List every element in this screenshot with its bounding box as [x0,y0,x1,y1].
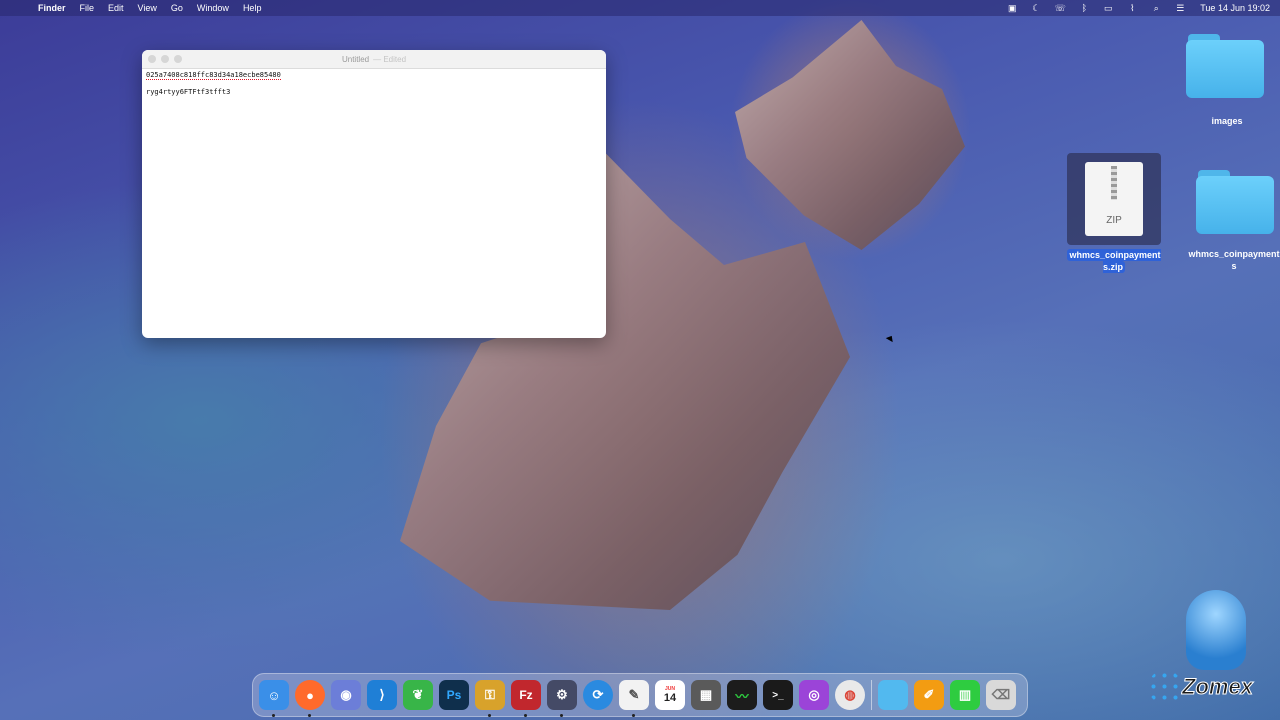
window-titlebar[interactable]: Untitled — Edited [142,50,606,69]
bluetooth-icon[interactable]: ᛒ [1074,3,1094,13]
dock-activity-monitor-icon[interactable]: 〰 [727,680,757,710]
dock-pages-icon[interactable]: ✐ [914,680,944,710]
dock-downloads-folder-icon[interactable] [878,680,908,710]
textedit-window: Untitled — Edited 025a7408c818ffc83d34a1… [142,50,606,338]
wifi-off-icon[interactable]: ⌇ [1122,3,1142,14]
status-area: ▣ ☾ ☏ ᛒ ▭ ⌇ ⌕ ☰ Tue 14 Jun 19:02 [1002,0,1280,16]
dock-chrome-icon[interactable]: ◍ [835,680,865,710]
dock-filezilla-icon[interactable]: Fz [511,680,541,717]
folder-icon [1196,170,1274,234]
dock-sync-icon[interactable]: ⟳ [583,680,613,710]
phone-icon[interactable]: ☏ [1050,3,1070,14]
menu-bar: Finder File Edit View Go Window Help ▣ ☾… [0,0,1280,16]
dock-trash-icon[interactable]: ⌫ [986,680,1016,710]
zip-selection-box: ZIP [1067,153,1161,245]
dock-vscode-icon[interactable]: ⟩ [367,680,397,710]
desktop-item-label: whmcs_coinpayments [1188,249,1280,271]
dock: ☺ ● ◉ ⟩ ❦ Ps ⚿ Fz ⚙ ⟳ ✎ JUN 14 ▦ 〰 >_ ◎ … [252,673,1028,717]
focus-moon-icon[interactable]: ☾ [1026,3,1046,14]
window-controls [148,55,187,63]
menu-go[interactable]: Go [171,3,183,13]
dock-photoshop-icon[interactable]: Ps [439,680,469,710]
desktop-item-label: images [1211,116,1243,126]
desktop-folder-whmcs[interactable]: whmcs_coinpayments [1188,170,1280,272]
dock-calculator-icon[interactable]: ▦ [691,680,721,710]
dock-textedit-icon[interactable]: ✎ [619,680,649,717]
window-edited-status: — Edited [373,54,407,64]
folder-icon [1186,34,1264,98]
dock-leaf-app-icon[interactable]: ❦ [403,680,433,710]
document-line: 025a7408c818ffc83d34a18ecbe85480 [146,71,281,80]
desktop-item-label: whmcs_coinpayments.zip [1067,249,1161,273]
zomex-dots-logo-icon [1148,670,1182,704]
menu-clock[interactable]: Tue 14 Jun 19:02 [1200,3,1270,13]
menu-file[interactable]: File [80,3,95,13]
desktop-folder-images[interactable]: images [1186,34,1268,126]
document-text-area[interactable]: 025a7408c818ffc83d34a18ecbe85480 ryg4rty… [142,69,606,98]
calendar-day-label: 14 [663,692,677,704]
mouse-cursor-icon [885,333,896,343]
dock-sequel-icon[interactable]: ⚙ [547,680,577,717]
dock-calendar-icon[interactable]: JUN 14 [655,680,685,710]
dock-firefox-icon[interactable]: ● [295,680,325,717]
dock-numbers-icon[interactable]: ▥ [950,680,980,710]
control-center-icon[interactable]: ☰ [1170,3,1190,14]
dock-keychain-icon[interactable]: ⚿ [475,680,505,717]
zomex-mascot-icon [1186,590,1246,670]
zomex-logo-text: Zomex [1182,674,1254,700]
zip-file-icon: ZIP [1085,162,1143,236]
dock-finder-icon[interactable]: ☺ [259,680,289,717]
document-line: ryg4rtyy6FTFtf3tfft3 [146,88,231,96]
battery-icon[interactable]: ▭ [1098,3,1118,14]
menu-help[interactable]: Help [243,3,262,13]
app-menu-finder[interactable]: Finder [38,3,66,13]
dock-podcasts-icon[interactable]: ◎ [799,680,829,710]
desktop-file-zip[interactable]: ZIP whmcs_coinpayments.zip [1064,153,1164,273]
wallpaper-rock-small [735,20,965,250]
menu-edit[interactable]: Edit [108,3,124,13]
spotlight-search-icon[interactable]: ⌕ [1146,3,1166,14]
menu-view[interactable]: View [138,3,157,13]
zoom-window-button[interactable] [174,55,182,63]
dock-separator [871,680,872,710]
close-window-button[interactable] [148,55,156,63]
screen-record-icon[interactable]: ▣ [1002,3,1022,14]
zomex-watermark: Zomex [1146,590,1270,710]
menu-window[interactable]: Window [197,3,229,13]
dock-terminal-icon[interactable]: >_ [763,680,793,710]
window-title: Untitled [341,54,370,64]
dock-github-desktop-icon[interactable]: ◉ [331,680,361,710]
minimize-window-button[interactable] [161,55,169,63]
